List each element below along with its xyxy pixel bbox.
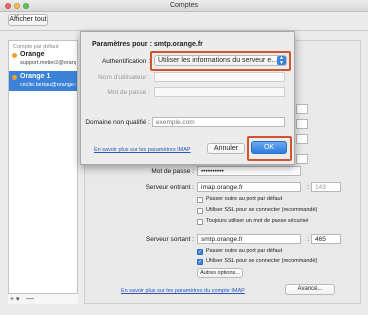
password-field[interactable]: •••••••••• (197, 166, 301, 176)
username-label: Nom d'utilisateur : (98, 74, 150, 81)
remove-account-button[interactable]: — (26, 294, 34, 303)
incoming-override-port-checkbox[interactable] (197, 197, 203, 203)
outgoing-server-label: Serveur sortant : (145, 236, 194, 243)
outgoing-override-port-checkbox[interactable] (197, 249, 203, 255)
imap-settings-help-link[interactable]: En savoir plus sur les paramètres IMAP (94, 147, 191, 153)
toolbar (0, 12, 368, 31)
sheet-title-prefix: Paramètres pour : (92, 41, 152, 48)
accounts-sidebar: Compte par défaut Orange support.metier2… (8, 40, 78, 304)
password-label: Mot de passe : (151, 168, 194, 175)
secure-password-label: Toujours utiliser un mot de passe sécuri… (206, 218, 309, 224)
minimize-window-button[interactable] (14, 3, 20, 9)
hidden-field-3[interactable] (296, 134, 308, 144)
account-status-icon (12, 53, 17, 58)
sheet-title-server: smtp.orange.fr (153, 41, 203, 48)
incoming-ssl-checkbox[interactable] (197, 208, 203, 214)
outgoing-ssl-checkbox[interactable] (197, 259, 203, 265)
sidebar-item-orange-1[interactable]: Orange 1 cecile.bertau@orange.fr (9, 71, 77, 91)
zoom-window-button[interactable] (23, 3, 29, 9)
unqualified-domain-input[interactable] (152, 117, 285, 127)
sidebar-footer: + ▾ — (8, 293, 78, 304)
account-email: support.metier2@orange.fr (20, 60, 76, 66)
incoming-override-port-label: Passer outre au port par défaut (206, 196, 283, 202)
unqualified-domain-label: Domaine non qualifié : (85, 119, 150, 126)
outgoing-ssl-label: Utiliser SSL pour se connecter (recomman… (206, 258, 318, 264)
cancel-button[interactable]: Annuler (207, 143, 245, 154)
imap-account-help-link[interactable]: En savoir plus sur les paramètres du com… (121, 288, 245, 294)
sidebar-item-orange[interactable]: Orange support.metier2@orange.fr (9, 50, 77, 68)
secure-password-checkbox[interactable] (197, 219, 203, 225)
add-account-button[interactable]: + ▾ (10, 295, 20, 303)
ok-button[interactable]: OK (251, 141, 287, 154)
hidden-field-4[interactable] (296, 154, 308, 164)
select-arrows-icon: ▲ ▼ (277, 56, 286, 65)
window-title-bar: Comptes (0, 0, 368, 12)
port-separator: : (307, 184, 309, 191)
hidden-field-1[interactable] (296, 104, 308, 114)
account-status-icon (12, 75, 17, 80)
password-field-sheet[interactable] (154, 87, 285, 97)
hidden-field-2[interactable] (296, 119, 308, 129)
close-window-button[interactable] (5, 3, 11, 9)
authentication-select[interactable]: Utiliser les informations du serveur e… (154, 55, 287, 66)
more-options-button[interactable]: Autres options... (197, 268, 243, 278)
incoming-port-field[interactable]: 143 (311, 182, 341, 192)
window-title: Comptes (169, 2, 198, 9)
outgoing-port-field[interactable]: 465 (311, 234, 341, 244)
username-field[interactable] (154, 72, 285, 82)
port-separator: : (307, 236, 309, 243)
authentication-select-value: Utiliser les informations du serveur e… (158, 57, 279, 64)
account-name: Orange 1 (20, 73, 51, 80)
outgoing-override-port-label: Passer outre au port par défaut (206, 248, 283, 254)
account-email: cecile.bertau@orange.fr (20, 82, 76, 88)
account-name: Orange (20, 51, 45, 58)
incoming-server-label: Serveur entrant : (145, 184, 194, 191)
incoming-server-field[interactable]: imap.orange.fr (197, 182, 301, 192)
incoming-ssl-label: Utiliser SSL pour se connecter (recomman… (206, 207, 318, 213)
sheet-title: Paramètres pour : smtp.orange.fr (92, 41, 203, 48)
show-all-button[interactable]: Afficher tout (8, 14, 48, 26)
advanced-button[interactable]: Avancé... (285, 284, 335, 295)
authentication-label: Authentification : (101, 58, 150, 65)
password-label-sheet: Mot de passe : (107, 89, 150, 96)
outgoing-server-field[interactable]: smtp.orange.fr (197, 234, 301, 244)
